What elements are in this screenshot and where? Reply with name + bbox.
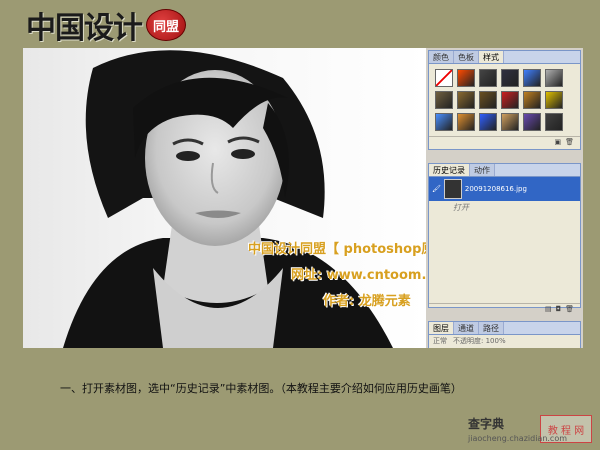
style-swatch[interactable] — [435, 91, 453, 109]
watermark-title: 中国设计同盟【 photoshop原创教程 】 — [248, 242, 426, 257]
photoshop-screenshot: 中国设计同盟【 photoshop原创教程 】 网址: www.cntoom.c… — [23, 48, 583, 348]
tutorial-caption: 一、打开素材图，选中“历史记录”中素材图。（本教程主要介绍如何应用历史画笔） — [60, 382, 462, 395]
site-name: 查字典 — [468, 417, 505, 431]
styles-panel: 颜色 色板 样式 ▣ 🗑 — [428, 50, 581, 150]
tab-channels[interactable]: 通道 — [454, 322, 479, 334]
styles-bottom-bar: ▣ 🗑 — [429, 136, 580, 146]
style-swatch[interactable] — [545, 113, 563, 131]
watermark-author: 作者: 龙腾元素 — [323, 294, 411, 309]
new-style-icon[interactable]: ▣ — [554, 137, 561, 146]
layers-panel: 图层 通道 路径 正常 不透明度: 100% — [428, 321, 581, 348]
style-swatch[interactable] — [523, 69, 541, 87]
history-brush-icon[interactable]: 🖌 — [432, 185, 441, 193]
history-tabs: 历史记录 动作 — [429, 164, 580, 177]
tab-actions[interactable]: 动作 — [470, 164, 495, 176]
styles-tabs: 颜色 色板 样式 — [429, 51, 580, 64]
style-swatch[interactable] — [457, 113, 475, 131]
style-swatch[interactable] — [501, 113, 519, 131]
site-url: jiaocheng.chazidian.com — [468, 434, 568, 443]
layers-tabs: 图层 通道 路径 — [429, 322, 580, 335]
logo-text: 中国设计 — [26, 11, 143, 46]
history-step-open[interactable]: 打开 — [429, 201, 580, 215]
style-swatch[interactable] — [457, 91, 475, 109]
site-logo: 中国设计 同盟 — [26, 6, 186, 46]
style-swatch[interactable] — [479, 91, 497, 109]
style-swatch[interactable] — [479, 69, 497, 87]
tab-swatches[interactable]: 色板 — [454, 51, 479, 63]
new-document-icon[interactable]: ▤ — [545, 304, 552, 313]
tab-styles[interactable]: 样式 — [479, 51, 504, 63]
trash-icon[interactable]: 🗑 — [565, 137, 574, 146]
style-swatch[interactable] — [545, 91, 563, 109]
style-swatch[interactable] — [523, 113, 541, 131]
style-swatch[interactable] — [523, 91, 541, 109]
style-swatch[interactable] — [435, 113, 453, 131]
history-snapshot[interactable]: 🖌 20091208616.jpg — [429, 177, 580, 201]
opacity-field[interactable]: 不透明度: 100% — [453, 336, 506, 346]
snapshot-thumbnail — [443, 179, 462, 199]
tab-paths[interactable]: 路径 — [479, 322, 504, 334]
portrait-photo: 中国设计同盟【 photoshop原创教程 】 网址: www.cntoom.c… — [23, 48, 426, 348]
tab-history[interactable]: 历史记录 — [429, 164, 470, 176]
logo-seal: 同盟 — [146, 9, 186, 41]
layers-options: 正常 不透明度: 100% — [429, 335, 580, 347]
blend-mode-select[interactable]: 正常 — [433, 336, 447, 346]
history-panel: 历史记录 动作 🖌 20091208616.jpg 打开 ▤ ◘ 🗑 — [428, 163, 581, 313]
snapshot-icon[interactable]: ◘ — [556, 304, 562, 313]
trash-icon[interactable]: 🗑 — [565, 304, 574, 313]
style-swatch[interactable] — [501, 91, 519, 109]
watermark-url: 网址: www.cntoom.cn — [291, 268, 426, 283]
style-swatch[interactable] — [457, 69, 475, 87]
tab-layers[interactable]: 图层 — [429, 322, 454, 334]
history-bottom-bar: ▤ ◘ 🗑 — [429, 303, 580, 313]
style-swatch[interactable] — [501, 69, 519, 87]
snapshot-label: 20091208616.jpg — [464, 185, 527, 193]
style-swatch[interactable] — [435, 69, 453, 87]
photoshop-panels: 颜色 色板 样式 ▣ 🗑 历史记录 动作 🖌 20091208616.jpg 打… — [426, 48, 583, 348]
style-swatch[interactable] — [545, 69, 563, 87]
tab-color[interactable]: 颜色 — [429, 51, 454, 63]
style-swatch[interactable] — [479, 113, 497, 131]
style-swatch-grid — [429, 64, 580, 136]
